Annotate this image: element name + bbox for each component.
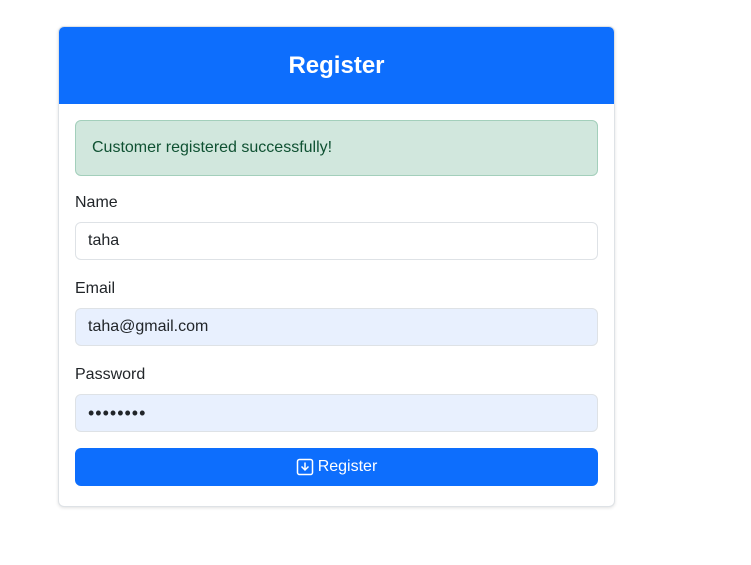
password-value: •••••••• (88, 402, 147, 423)
success-alert-text: Customer registered successfully! (92, 139, 333, 156)
card-body: Customer registered successfully! Name t… (59, 104, 614, 502)
name-field[interactable]: taha (75, 222, 598, 260)
name-label: Name (75, 194, 118, 211)
register-button[interactable]: Register (75, 448, 598, 486)
email-value: taha@gmail.com (88, 318, 209, 335)
register-card: Register Customer registered successfull… (58, 26, 615, 507)
email-label: Email (75, 280, 116, 297)
email-field[interactable]: taha@gmail.com (75, 308, 598, 346)
download-box-icon (296, 458, 313, 476)
password-label: Password (75, 366, 146, 383)
page-title: Register (288, 51, 385, 79)
success-alert: Customer registered successfully! (75, 120, 598, 176)
password-field[interactable]: •••••••• (75, 394, 598, 432)
register-button-label: Register (317, 458, 378, 475)
card-header: Register (59, 27, 614, 104)
name-value: taha (88, 232, 120, 249)
